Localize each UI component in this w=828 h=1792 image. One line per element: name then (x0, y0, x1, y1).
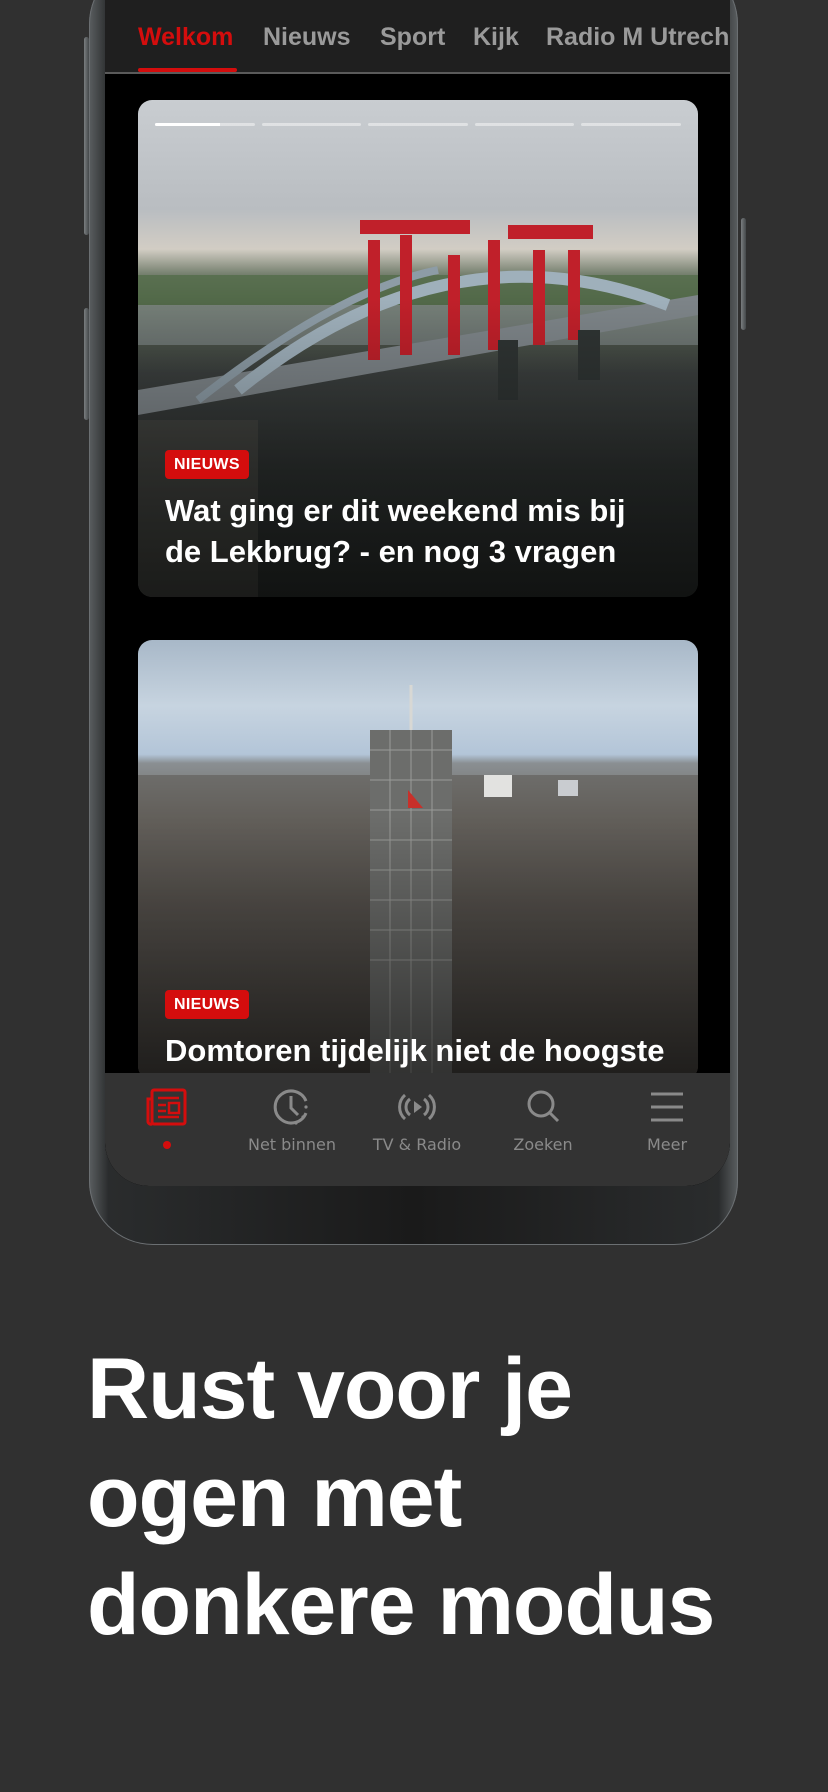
broadcast-play-icon (398, 1093, 436, 1121)
promo-line: Rust voor je (87, 1341, 573, 1437)
tab-welkom[interactable]: Welkom (138, 23, 233, 52)
article-headline: Wat ging er dit weekend mis bij de Lekbr… (165, 490, 658, 572)
story-segment-fill (155, 123, 220, 126)
category-badge: NIEUWS (165, 450, 249, 479)
phone-power-button (741, 218, 746, 330)
menu-icon (651, 1092, 683, 1122)
tab-radio-m-utrecht[interactable]: Radio M Utrech (546, 23, 729, 52)
nav-item-tv-radio[interactable]: TV & Radio (362, 1087, 472, 1154)
nav-label: TV & Radio (372, 1135, 462, 1154)
nav-item-home[interactable] (112, 1087, 222, 1149)
active-indicator-dot (163, 1141, 171, 1149)
nav-item-zoeken[interactable]: Zoeken (488, 1087, 598, 1154)
story-segment (155, 123, 255, 126)
nav-label: Meer (646, 1135, 688, 1154)
search-icon (527, 1090, 560, 1123)
promo-headline: Rust voor je ogen met donkere modus (87, 1335, 787, 1659)
story-segment (261, 123, 362, 126)
active-tab-indicator (138, 68, 237, 72)
newspaper-icon (146, 1088, 187, 1126)
story-segment (474, 123, 575, 126)
clock-icon (273, 1089, 308, 1125)
bottom-navigation: Net binnen TV & Radio Zoeken Meer (105, 1073, 730, 1186)
headline-line: Wat ging er dit weekend mis bij (165, 493, 626, 528)
tab-nieuws[interactable]: Nieuws (263, 23, 351, 52)
story-progress (155, 123, 681, 127)
nav-label: Net binnen (247, 1135, 337, 1154)
nav-label: Zoeken (513, 1135, 573, 1154)
article-card[interactable]: NIEUWS Wat ging er dit weekend mis bij d… (138, 100, 698, 597)
category-badge: NIEUWS (165, 990, 249, 1019)
promo-line: donkere modus (87, 1557, 715, 1653)
story-segment (581, 123, 681, 126)
tab-kijk[interactable]: Kijk (473, 23, 519, 52)
headline-line: Domtoren tijdelijk niet de hoogste (165, 1033, 665, 1068)
section-tabs: Welkom Nieuws Sport Kijk Radio M Utrech (105, 0, 730, 74)
nav-item-meer[interactable]: Meer (612, 1087, 722, 1154)
article-card[interactable]: NIEUWS Domtoren tijdelijk niet de hoogst… (138, 640, 698, 1080)
headline-line: de Lekbrug? - en nog 3 vragen (165, 534, 617, 569)
tab-sport[interactable]: Sport (380, 23, 445, 52)
nav-item-net-binnen[interactable]: Net binnen (237, 1087, 347, 1154)
app-screen: Welkom Nieuws Sport Kijk Radio M Utrech (105, 0, 730, 1186)
article-headline: Domtoren tijdelijk niet de hoogste (165, 1030, 698, 1071)
story-segment (368, 123, 468, 126)
promo-line: ogen met (87, 1449, 462, 1545)
